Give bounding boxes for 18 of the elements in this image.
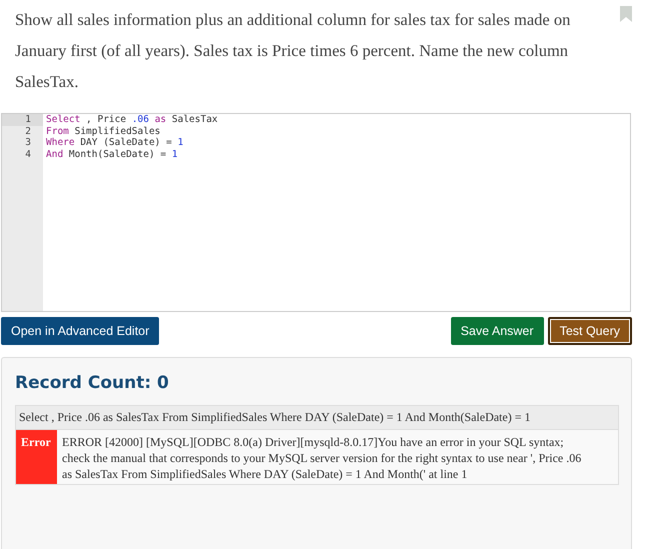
- advanced-editor-button[interactable]: Open in Advanced Editor: [1, 317, 160, 345]
- question-text: Show all sales information plus an additional column for sales tax for sales made on January first (of all years). Sales tax is Price times 6 percent. Name the new column SalesTax.: [15, 9, 572, 93]
- record-count: Record Count: 0: [15, 373, 170, 393]
- error-label: Error: [16, 430, 57, 484]
- code-editor[interactable]: 1 2 3 4 Select , Price .06 as SalesTax From SimplifiedSales Where DAY (SaleDate) = 1 And Month(SaleDate) = 1: [1, 113, 631, 312]
- bookmark-icon[interactable]: [620, 6, 632, 22]
- code-line: From SimplifiedSales: [46, 126, 160, 136]
- line-number: 3: [24, 137, 32, 148]
- code-line: And Month(SaleDate) = 1: [46, 148, 178, 160]
- error-message: ERROR [42000] [MySQL][ODBC 8.0(a) Driver][mysqld-8.0.17]You have an error in your SQL syntax; check the manual that corresponds to your MySQL server version for the right syntax to use near ', Price .06 as SalesTax From SimplifiedSales Where DAY (SaleDate) = 1 And Month(' at line 1: [61, 434, 582, 483]
- code-line: Select , Price .06 as SalesTax: [46, 114, 218, 125]
- code-line: Where DAY (SaleDate) = 1: [46, 137, 184, 148]
- save-answer-button[interactable]: Save Answer: [450, 317, 544, 345]
- line-number: 4: [24, 148, 32, 160]
- line-number: 2: [24, 126, 32, 137]
- query-cell: Select , Price .06 as SalesTax From SimplifiedSales Where DAY (SaleDate) = 1 And Month(SaleDate) = 1: [16, 406, 618, 430]
- test-query-button[interactable]: Test Query: [548, 317, 632, 345]
- line-number: 1: [2, 114, 43, 126]
